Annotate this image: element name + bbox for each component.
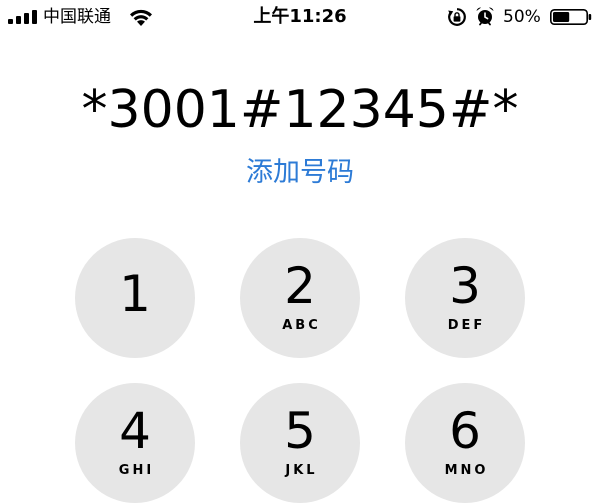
keypad-key-2[interactable]: 2 ABC xyxy=(240,238,360,358)
keypad-key-6[interactable]: 6 MNO xyxy=(405,383,525,503)
key-letters: GHI xyxy=(118,463,155,478)
key-letters: ABC xyxy=(282,318,321,333)
key-digit: 5 xyxy=(284,402,316,460)
key-letters: DEF xyxy=(447,318,486,333)
keypad-key-5[interactable]: 5 JKL xyxy=(240,383,360,503)
key-digit: 2 xyxy=(284,257,316,315)
keypad-key-3[interactable]: 3 DEF xyxy=(405,238,525,358)
key-digit: 6 xyxy=(449,402,481,460)
keypad-key-1[interactable]: 1 xyxy=(75,238,195,358)
key-digit: 1 xyxy=(119,265,151,323)
keypad-key-4[interactable]: 4 GHI xyxy=(75,383,195,503)
key-letters: MNO xyxy=(444,463,489,478)
key-letters: JKL xyxy=(285,463,318,478)
keypad: 1 2 ABC 3 DEF 4 GHI 5 JKL 6 MNO xyxy=(0,0,600,503)
key-digit: 3 xyxy=(449,257,481,315)
key-digit: 4 xyxy=(119,402,151,460)
